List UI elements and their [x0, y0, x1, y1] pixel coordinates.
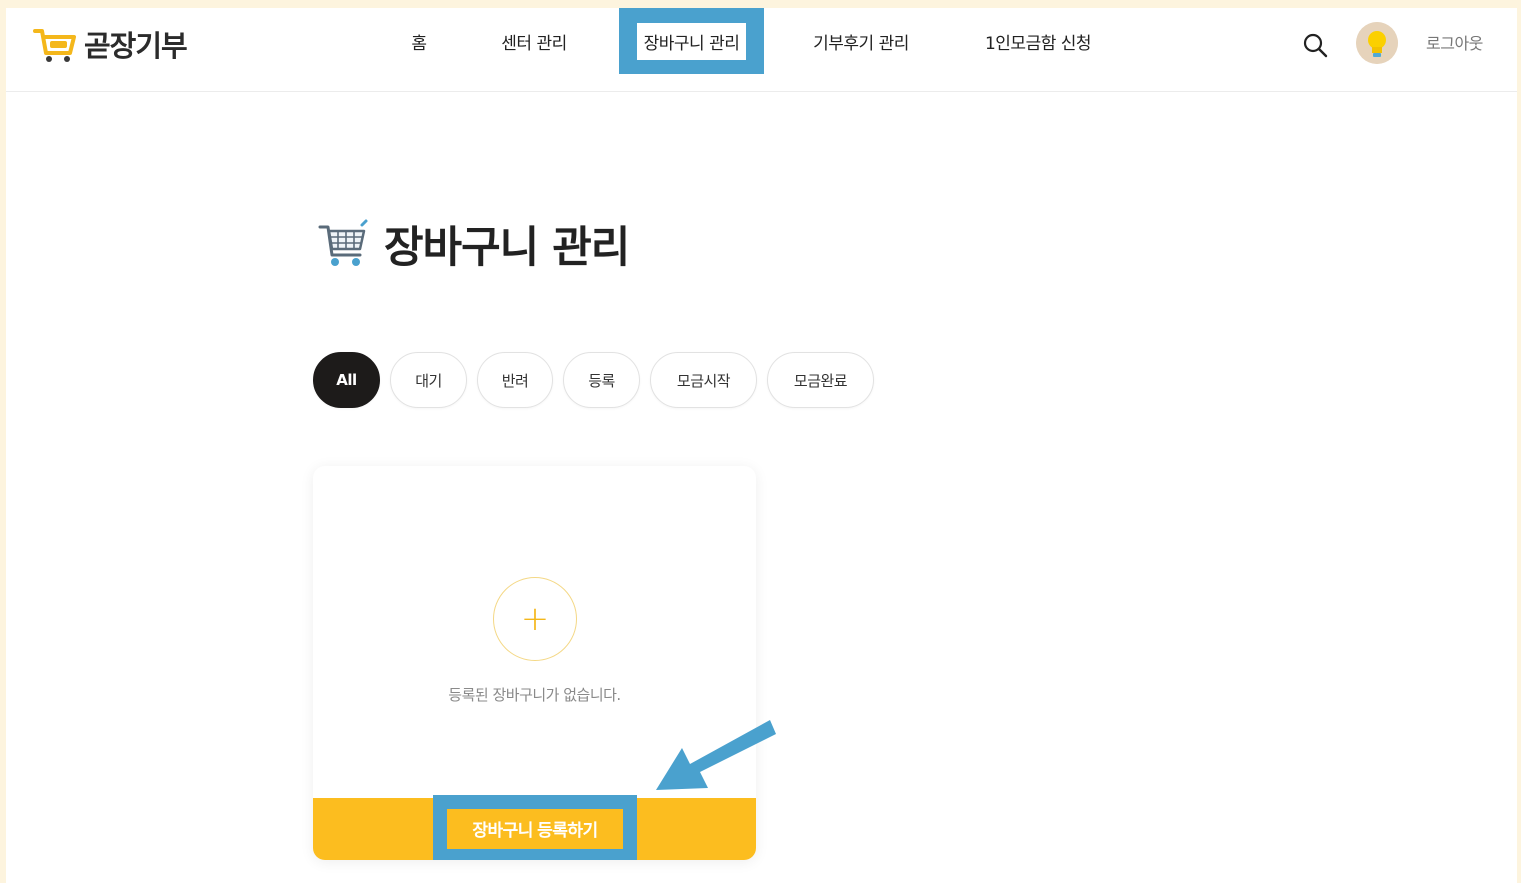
- lightbulb-avatar-icon: [1356, 22, 1398, 64]
- nav-item-label: 장바구니 관리: [636, 22, 747, 60]
- page-title-area: 장바구니 관리: [316, 213, 630, 275]
- filter-chip-rejected[interactable]: 반려: [477, 352, 553, 408]
- filter-chip-label: 모금시작: [676, 371, 731, 390]
- filter-chip-label: 등록: [588, 371, 615, 390]
- avatar[interactable]: [1356, 22, 1398, 64]
- nav-item-label: 센터 관리: [501, 33, 567, 54]
- cart-logo-icon: [33, 29, 76, 62]
- plus-icon: +: [520, 599, 550, 639]
- nav-item-home[interactable]: 홈: [402, 8, 436, 74]
- filter-chip-label: 대기: [415, 371, 442, 390]
- pointer-arrow-icon: [656, 720, 776, 790]
- top-header: 곧장기부 홈 센터 관리 장바구니 관리 기부후기 관리 1인모금함 신청 로그…: [6, 8, 1517, 92]
- nav-item-review[interactable]: 기부후기 관리: [806, 8, 916, 74]
- nav-item-basket[interactable]: 장바구니 관리: [619, 8, 764, 74]
- nav-item-center[interactable]: 센터 관리: [492, 8, 576, 74]
- logout-link[interactable]: 로그아웃: [1426, 30, 1483, 54]
- filter-chip-label: 모금완료: [793, 371, 848, 390]
- empty-message: 등록된 장바구니가 없습니다.: [448, 686, 621, 704]
- filter-chip-registered[interactable]: 등록: [563, 352, 640, 408]
- brand-name: 곧장기부: [84, 29, 188, 63]
- nav-item-label: 1인모금함 신청: [984, 33, 1092, 54]
- nav-item-label: 기부후기 관리: [813, 33, 909, 54]
- nav-item-fundraiser[interactable]: 1인모금함 신청: [978, 8, 1098, 74]
- card-footer: 장바구니 등록하기: [313, 795, 756, 860]
- filter-chip-label: 반려: [501, 371, 529, 390]
- register-basket-button[interactable]: 장바구니 등록하기: [447, 808, 623, 849]
- filter-chip-waiting[interactable]: 대기: [390, 352, 467, 408]
- register-button-highlight: 장바구니 등록하기: [433, 795, 637, 860]
- page-title: 장바구니 관리: [384, 223, 630, 273]
- filter-chip-label: All: [336, 371, 357, 389]
- shopping-cart-icon: [318, 219, 368, 266]
- app-frame: 곧장기부 홈 센터 관리 장바구니 관리 기부후기 관리 1인모금함 신청 로그…: [6, 8, 1517, 883]
- filter-chip-all[interactable]: All: [313, 352, 380, 408]
- add-basket-circle[interactable]: +: [493, 577, 577, 661]
- filter-chip-completed[interactable]: 모금완료: [767, 352, 874, 408]
- nav-item-label: 홈: [411, 33, 427, 54]
- search-icon[interactable]: [1302, 32, 1328, 58]
- brand-logo[interactable]: 곧장기부: [32, 24, 188, 64]
- filter-chip-started[interactable]: 모금시작: [650, 352, 757, 408]
